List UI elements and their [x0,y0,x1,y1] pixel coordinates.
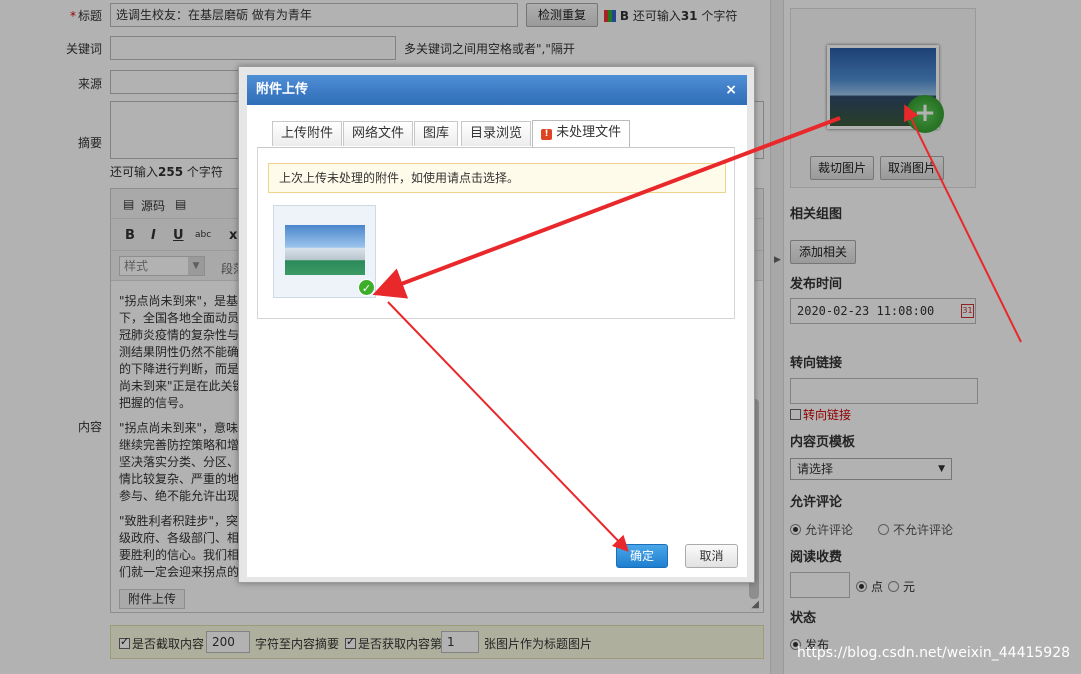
tab-upload[interactable]: 上传附件 [272,121,343,146]
tab-directory-browse[interactable]: 目录浏览 [461,121,532,146]
unprocessed-files-panel: 上次上传未处理的附件，如使用请点击选择。 ✓ [257,147,735,319]
tab-network-file[interactable]: 网络文件 [343,121,414,146]
selected-check-icon: ✓ [358,279,375,296]
unprocessed-file-item[interactable]: ✓ [273,205,376,298]
confirm-button[interactable]: 确定 [616,544,668,568]
tab-unprocessed-files[interactable]: ! 未处理文件 [532,120,631,147]
dialog-titlebar[interactable]: 附件上传 × [247,75,747,105]
alert-icon: ! [541,129,552,140]
tab-gallery[interactable]: 图库 [414,121,459,146]
file-thumbnail[interactable] [285,225,365,275]
dialog-title: 附件上传 [256,82,309,97]
watermark-text: https://blog.csdn.net/weixin_44415928 [797,645,1071,661]
cancel-button[interactable]: 取消 [685,544,738,568]
close-icon[interactable]: × [725,75,737,105]
dialog-body: 上传附件 网络文件 图库 目录浏览 ! 未处理文件 上次上传未处理的附件，如使用… [247,105,747,577]
unprocessed-notice: 上次上传未处理的附件，如使用请点击选择。 [268,163,726,193]
attachment-upload-dialog: 附件上传 × 上传附件 网络文件 图库 目录浏览 ! 未处理文件 上次上传未处理… [238,66,755,583]
